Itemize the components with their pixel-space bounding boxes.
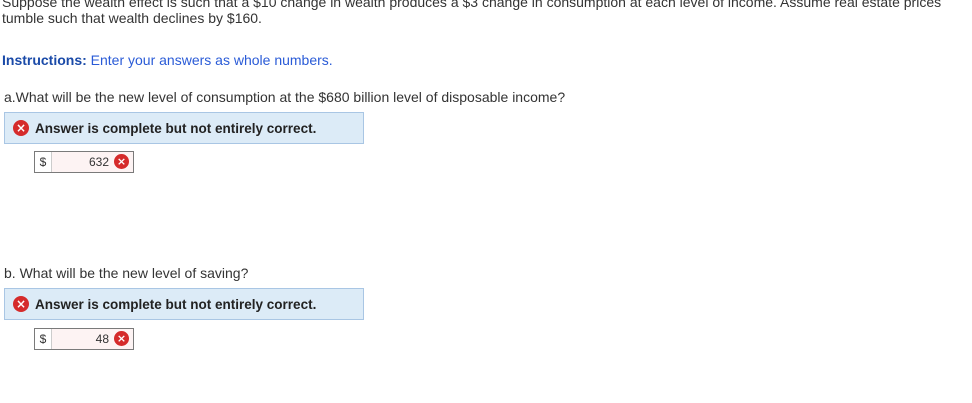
incorrect-icon: ×	[114, 331, 129, 346]
answer-field-b[interactable]: $ 48 ×	[34, 328, 134, 350]
status-banner-b: × Answer is complete but not entirely co…	[4, 288, 364, 320]
problem-statement: Suppose the wealth effect is such that a…	[2, 0, 942, 26]
currency-label: $	[35, 152, 52, 172]
incorrect-icon: ×	[13, 296, 29, 312]
answer-value-b[interactable]: 48	[96, 329, 109, 349]
answer-field-a[interactable]: $ 632 ×	[34, 151, 134, 173]
instructions: Instructions: Enter your answers as whol…	[2, 51, 333, 69]
status-text-a: Answer is complete but not entirely corr…	[35, 120, 317, 136]
status-text-b: Answer is complete but not entirely corr…	[35, 296, 317, 312]
incorrect-icon: ×	[13, 120, 29, 136]
currency-label: $	[35, 329, 52, 349]
question-a-text: a.What will be the new level of consumpt…	[4, 89, 566, 105]
question-b-text: b. What will be the new level of saving?	[4, 265, 249, 281]
instructions-label: Instructions:	[2, 52, 87, 68]
instructions-text: Enter your answers as whole numbers.	[90, 52, 333, 68]
incorrect-icon: ×	[114, 154, 129, 169]
answer-value-a[interactable]: 632	[89, 152, 109, 172]
status-banner-a: × Answer is complete but not entirely co…	[4, 112, 364, 144]
